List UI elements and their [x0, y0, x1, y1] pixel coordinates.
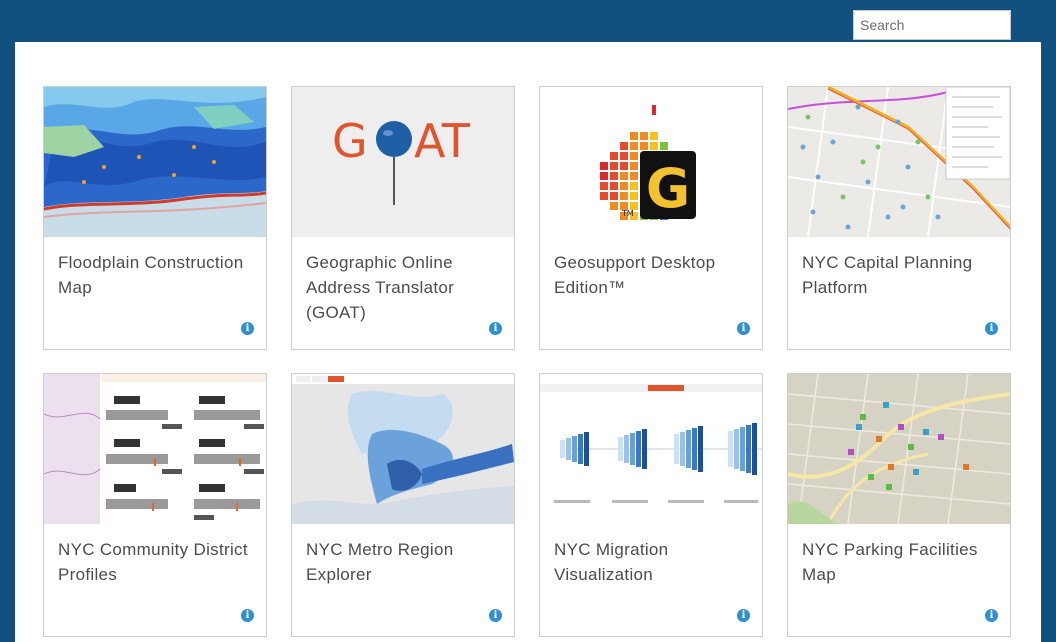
info-icon[interactable]: i	[241, 322, 254, 335]
app-card-floodplain[interactable]: Floodplain Construction Map i	[43, 86, 267, 350]
community-profiles-thumbnail	[44, 374, 266, 524]
geosupport-trademark: TM	[621, 209, 634, 218]
goat-logo-right-text: AT	[414, 114, 471, 168]
app-card-parking[interactable]: NYC Parking Facilities Map i	[787, 373, 1011, 637]
migration-chart-thumbnail	[540, 374, 762, 524]
card-title: NYC Community District Profiles	[58, 540, 248, 584]
info-icon[interactable]: i	[737, 609, 750, 622]
app-card-capital-planning[interactable]: NYC Capital Planning Platform i	[787, 86, 1011, 350]
card-title: NYC Capital Planning Platform	[802, 253, 973, 297]
info-icon[interactable]: i	[985, 609, 998, 622]
info-icon[interactable]: i	[489, 322, 502, 335]
app-gallery-panel: Floodplain Construction Map i G AT Geogr…	[15, 42, 1041, 642]
card-title: NYC Migration Visualization	[554, 540, 669, 584]
search-input[interactable]	[853, 10, 1011, 40]
metro-region-map-thumbnail	[292, 374, 514, 524]
geosupport-logo-thumbnail: G TM	[540, 87, 762, 237]
card-title: Floodplain Construction Map	[58, 253, 244, 297]
card-title: NYC Metro Region Explorer	[306, 540, 454, 584]
capital-planning-map-thumbnail	[788, 87, 1010, 237]
info-icon[interactable]: i	[737, 322, 750, 335]
app-card-migration[interactable]: NYC Migration Visualization i	[539, 373, 763, 637]
goat-logo-left-text: G	[332, 114, 368, 168]
app-card-community-profiles[interactable]: NYC Community District Profiles i	[43, 373, 267, 637]
app-card-metro-region[interactable]: NYC Metro Region Explorer i	[291, 373, 515, 637]
info-icon[interactable]: i	[241, 609, 254, 622]
geosupport-logo-letter: G	[646, 157, 690, 220]
flood-map-thumbnail	[44, 87, 266, 237]
app-card-goat[interactable]: G AT Geographic Online Address Translato…	[291, 86, 515, 350]
info-icon[interactable]: i	[489, 609, 502, 622]
parking-map-thumbnail	[788, 374, 1010, 524]
card-title: Geographic Online Address Translator (GO…	[306, 253, 455, 322]
card-title: Geosupport Desktop Edition™	[554, 253, 716, 297]
info-icon[interactable]: i	[985, 322, 998, 335]
card-title: NYC Parking Facilities Map	[802, 540, 978, 584]
app-card-geosupport[interactable]: G TM Geosupport Desktop Edition™ i	[539, 86, 763, 350]
goat-logo-thumbnail: G AT	[292, 87, 514, 237]
